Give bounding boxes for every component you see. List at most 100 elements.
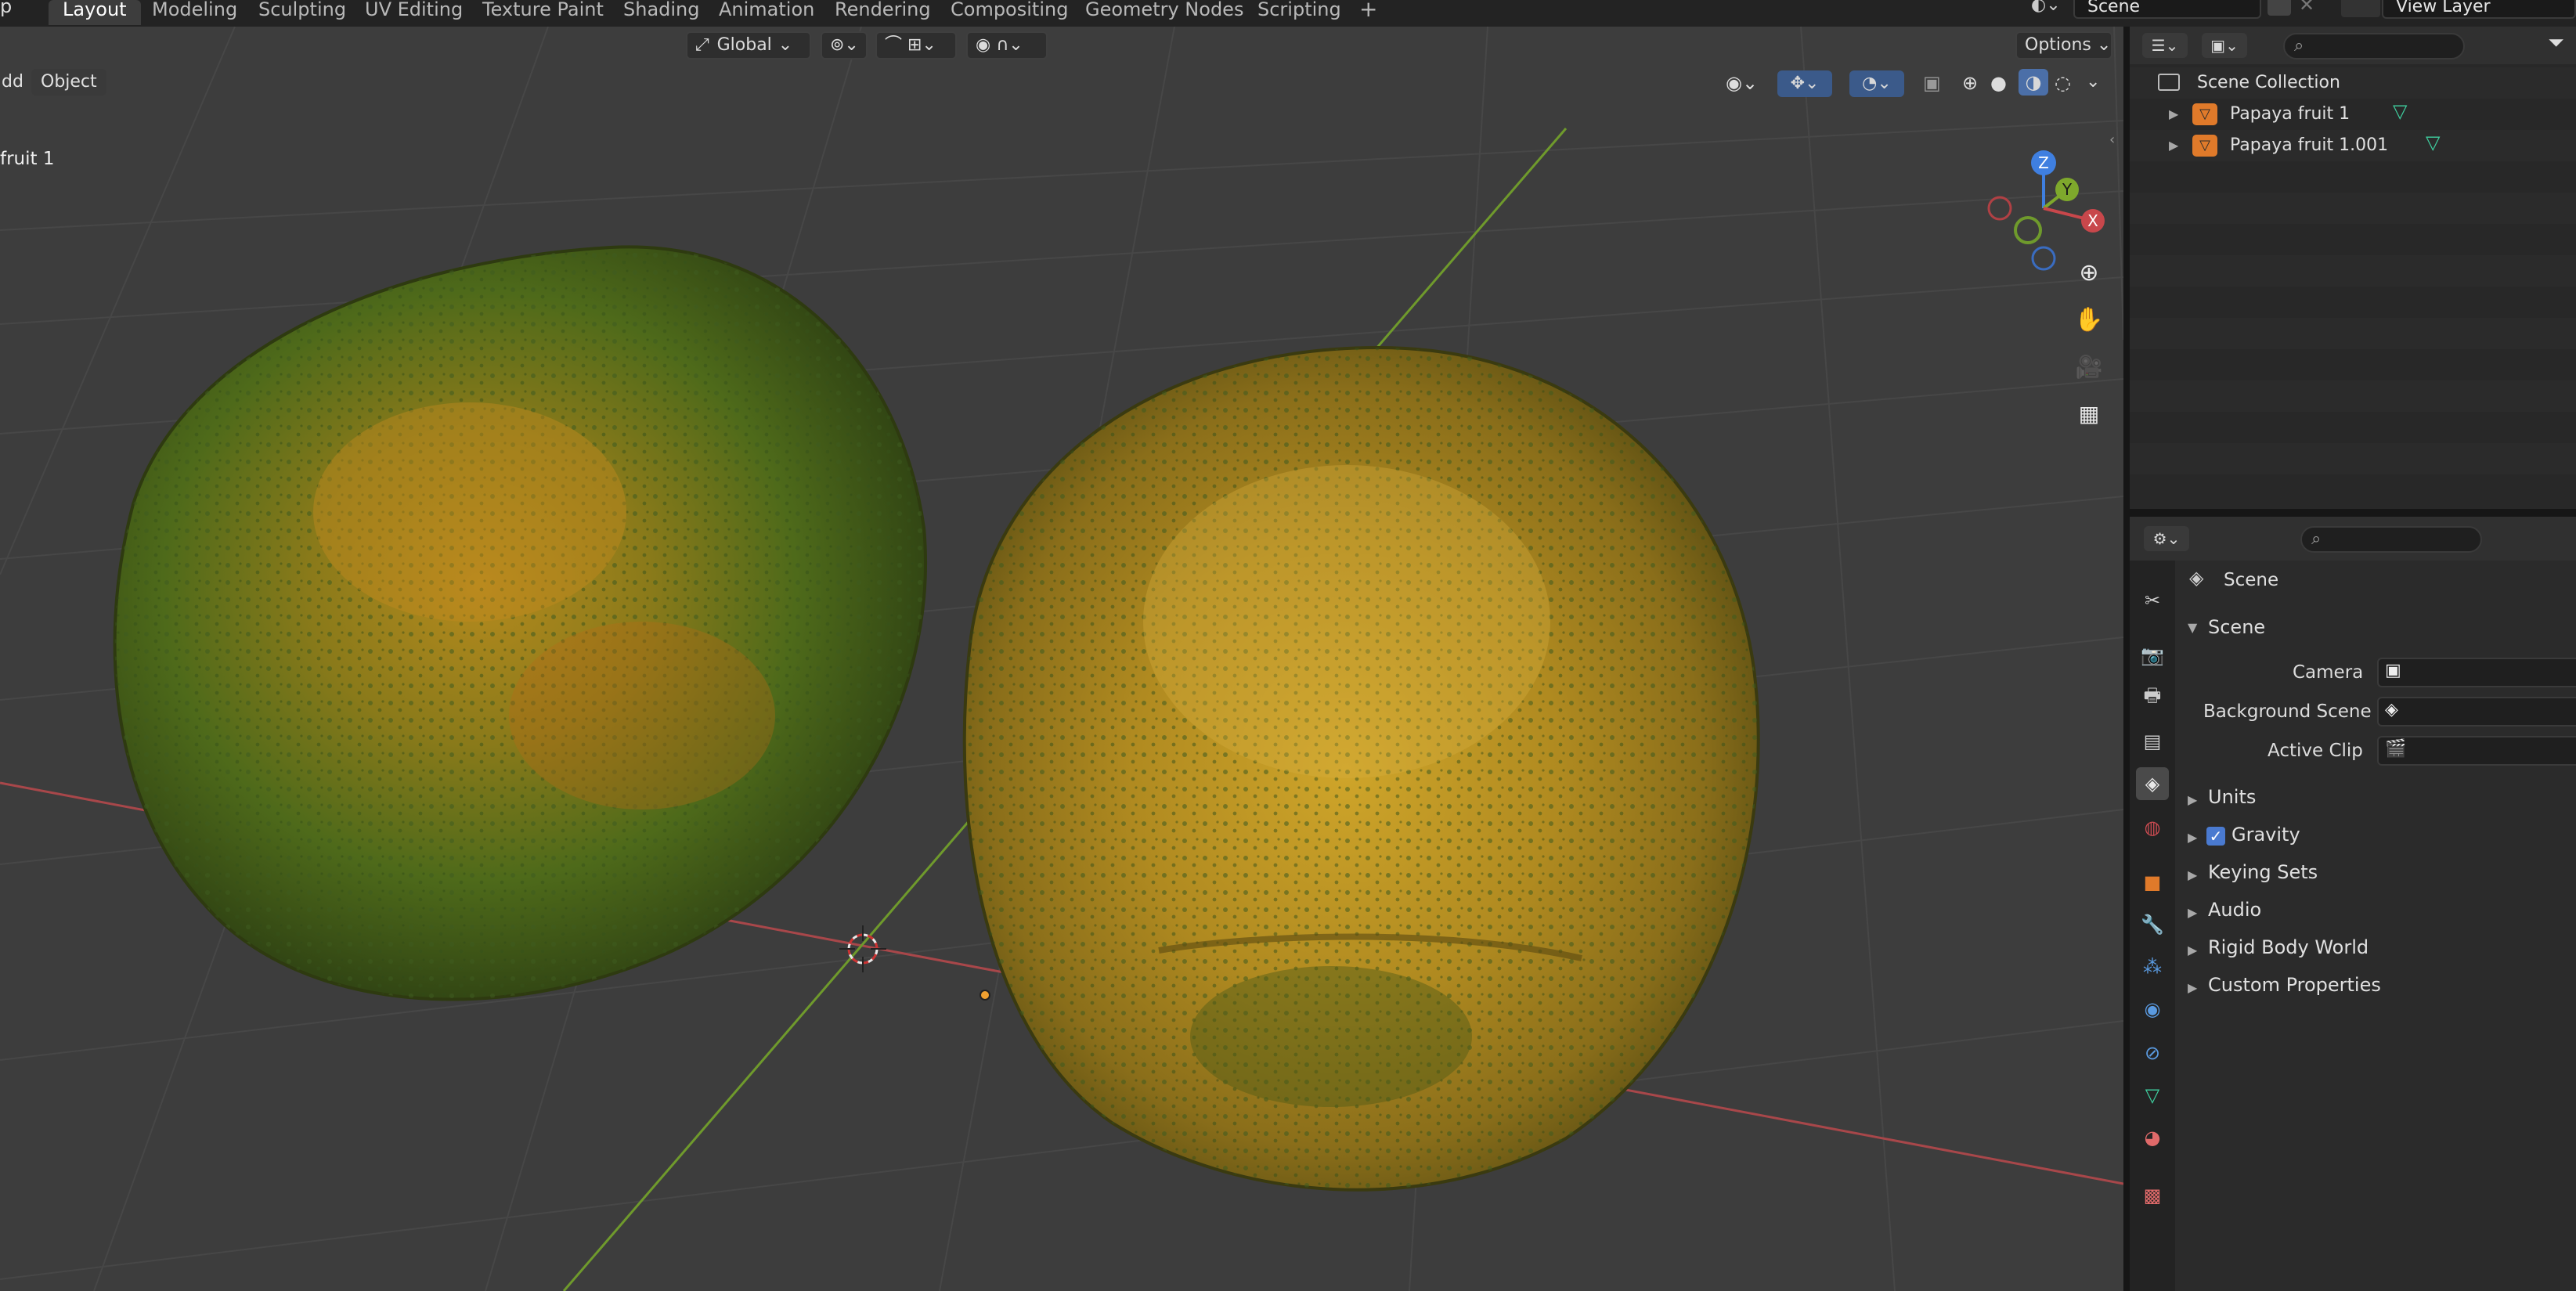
active-clip-field[interactable]: 🎬 — [2377, 736, 2576, 766]
camera-field[interactable]: ▣ — [2377, 658, 2576, 687]
transform-orientation-dropdown[interactable]: ⤢ Global ⌄ — [686, 31, 811, 60]
panel-expanded-arrow-icon[interactable]: ▼ — [2188, 620, 2197, 635]
shading-options-dropdown[interactable]: ⌄ — [2086, 72, 2100, 92]
properties-search-input[interactable]: ⌕ — [2300, 526, 2482, 553]
editor-type-dropdown[interactable]: ⚙⌄ — [2144, 526, 2189, 551]
tool-icon[interactable]: ✂ — [2136, 584, 2169, 617]
pan-hand-icon[interactable]: ✋ — [2070, 301, 2108, 338]
visibility-dropdown[interactable]: ◉⌄ — [1726, 72, 1758, 94]
outliner-empty-row — [2130, 443, 2576, 474]
gizmo-toggle[interactable]: ✥⌄ — [1777, 70, 1832, 97]
expand-arrow-icon[interactable]: ▶ — [2169, 106, 2178, 121]
shading-rendered-button[interactable]: ◌ — [2055, 72, 2071, 94]
outliner-empty-row — [2130, 412, 2576, 443]
tab-shading[interactable]: Shading — [609, 0, 714, 25]
tab-modeling[interactable]: Modeling — [138, 0, 251, 25]
constraints-icon[interactable]: ⊘ — [2136, 1037, 2169, 1069]
texture-icon[interactable]: ▩ — [2136, 1179, 2169, 1212]
magnet-icon: ⌒ ⊞⌄ — [885, 35, 936, 55]
camera-view-icon[interactable]: 🎥 — [2070, 348, 2108, 385]
mesh-data-icon[interactable]: ▽ — [2426, 132, 2440, 153]
render-icon[interactable]: 📷 — [2136, 639, 2169, 672]
display-mode-dropdown[interactable]: ☰⌄ — [2142, 33, 2188, 58]
object-icon[interactable]: ■ — [2136, 866, 2169, 899]
data-icon[interactable]: ▽ — [2136, 1079, 2169, 1112]
options-dropdown[interactable]: Options ⌄ — [2015, 31, 2112, 60]
active-clip-label: Active Clip — [2268, 741, 2363, 761]
search-icon: ⌕ — [2294, 36, 2304, 56]
physics-icon[interactable]: ◉ — [2136, 993, 2169, 1026]
scene-icon: ◈ — [2385, 700, 2398, 719]
view-layer-icon[interactable]: ▤ — [2136, 725, 2169, 758]
outliner-row-papaya-1-001[interactable]: ▶ ▽ Papaya fruit 1.001 ▽ — [2130, 130, 2576, 161]
background-scene-label: Background Scene — [2203, 701, 2372, 722]
shading-solid-button[interactable]: ● — [1990, 72, 2007, 94]
gravity-checkbox[interactable]: ✓ — [2206, 827, 2225, 846]
transform-orientation-value: Global — [716, 35, 772, 55]
panel-audio[interactable]: ▶ Audio — [2177, 896, 2576, 929]
overlays-toggle[interactable]: ◔⌄ — [1849, 70, 1904, 97]
panel-rigid-body-world[interactable]: ▶ Rigid Body World — [2177, 933, 2576, 966]
outliner-row-scene-collection[interactable]: Scene Collection — [2130, 67, 2576, 99]
add-menu[interactable]: dd — [0, 69, 33, 96]
snap-toggle[interactable]: ⌒ ⊞⌄ — [875, 31, 957, 60]
zoom-icon[interactable]: ⊕ — [2070, 254, 2108, 291]
workspace-topbar: p Layout Modeling Sculpting UV Editing T… — [0, 0, 2576, 27]
scene-icon[interactable]: ◐⌄ — [2031, 0, 2061, 15]
tab-rendering[interactable]: Rendering — [821, 0, 945, 25]
panel-gravity[interactable]: ▶ ✓ Gravity — [2177, 820, 2576, 853]
camera-label: Camera — [2293, 662, 2364, 683]
xray-toggle[interactable]: ▣ — [1923, 72, 1941, 94]
view-layer-selector[interactable]: View Layer — [2382, 0, 2576, 19]
add-workspace-button[interactable]: + — [1345, 0, 1391, 25]
scene-selector[interactable]: Scene — [2073, 0, 2261, 19]
viewport-grid — [0, 27, 2123, 1291]
outliner-filter-icon[interactable]: ⏷ — [2548, 31, 2564, 56]
file-menu-fragment[interactable]: p — [0, 0, 12, 17]
shading-material-button[interactable]: ◑ — [2019, 69, 2048, 96]
mesh-data-icon[interactable]: ▽ — [2393, 100, 2407, 122]
collapsed-arrow-icon: ▶ — [2188, 980, 2198, 995]
modifier-icon[interactable]: 🔧 — [2136, 908, 2169, 941]
sidebar-toggle-arrow-icon[interactable]: ‹ — [2109, 132, 2115, 148]
perspective-grid-icon[interactable]: ▦ — [2070, 395, 2108, 432]
area-separator-vertical[interactable] — [2123, 27, 2130, 1291]
tab-geometry-nodes[interactable]: Geometry Nodes — [1071, 0, 1257, 25]
tab-compositing[interactable]: Compositing — [936, 0, 1082, 25]
collapsed-arrow-icon: ▶ — [2188, 830, 2198, 845]
collapsed-arrow-icon: ▶ — [2188, 943, 2198, 957]
filter-type-dropdown[interactable]: ▣⌄ — [2202, 33, 2247, 58]
world-icon[interactable]: ◍ — [2136, 811, 2169, 844]
3d-viewport[interactable]: dd Object ⤢ Global ⌄ ⊚⌄ ⌒ ⊞⌄ ◉ ∩⌄ Options … — [0, 27, 2123, 1291]
tab-sculpting[interactable]: Sculpting — [244, 0, 360, 25]
object-menu[interactable]: Object — [31, 69, 106, 96]
scene-panel-title[interactable]: Scene — [2208, 614, 2265, 640]
pivot-point-dropdown[interactable]: ⊚⌄ — [821, 31, 868, 60]
proportional-editing-toggle[interactable]: ◉ ∩⌄ — [966, 31, 1048, 60]
panel-custom-properties[interactable]: ▶ Custom Properties — [2177, 971, 2576, 1004]
outliner-row-papaya-1[interactable]: ▶ ▽ Papaya fruit 1 ▽ — [2130, 99, 2576, 130]
outliner-search-input[interactable]: ⌕ — [2283, 33, 2465, 60]
gizmo-y-label: Y — [2062, 180, 2073, 199]
duplicate-scene-icon[interactable] — [2268, 0, 2291, 16]
panel-units[interactable]: ▶ Units — [2177, 783, 2576, 816]
output-icon[interactable]: 🖶 — [2136, 681, 2169, 714]
scene-icon[interactable]: ◈ — [2136, 767, 2169, 800]
view-layer-icon[interactable] — [2341, 0, 2380, 17]
mesh-object-icon: ▽ — [2192, 135, 2217, 157]
delete-scene-icon[interactable]: ✕ — [2299, 0, 2314, 16]
area-separator-horizontal[interactable] — [2130, 509, 2576, 517]
shading-wireframe-button[interactable]: ⊕ — [1962, 72, 1978, 94]
tab-uv-editing[interactable]: UV Editing — [351, 0, 477, 25]
panel-keying-sets[interactable]: ▶ Keying Sets — [2177, 858, 2576, 891]
particles-icon[interactable]: ⁂ — [2136, 950, 2169, 983]
background-scene-field[interactable]: ◈ — [2377, 697, 2576, 727]
search-icon: ⌕ — [2311, 529, 2322, 549]
tab-animation[interactable]: Animation — [705, 0, 828, 25]
tab-scripting[interactable]: Scripting — [1243, 0, 1355, 25]
material-icon[interactable]: ◕ — [2136, 1121, 2169, 1154]
scene-collection-label: Scene Collection — [2197, 73, 2340, 92]
tab-texture-paint[interactable]: Texture Paint — [468, 0, 618, 25]
expand-arrow-icon[interactable]: ▶ — [2169, 138, 2178, 153]
tab-layout[interactable]: Layout — [49, 0, 141, 25]
